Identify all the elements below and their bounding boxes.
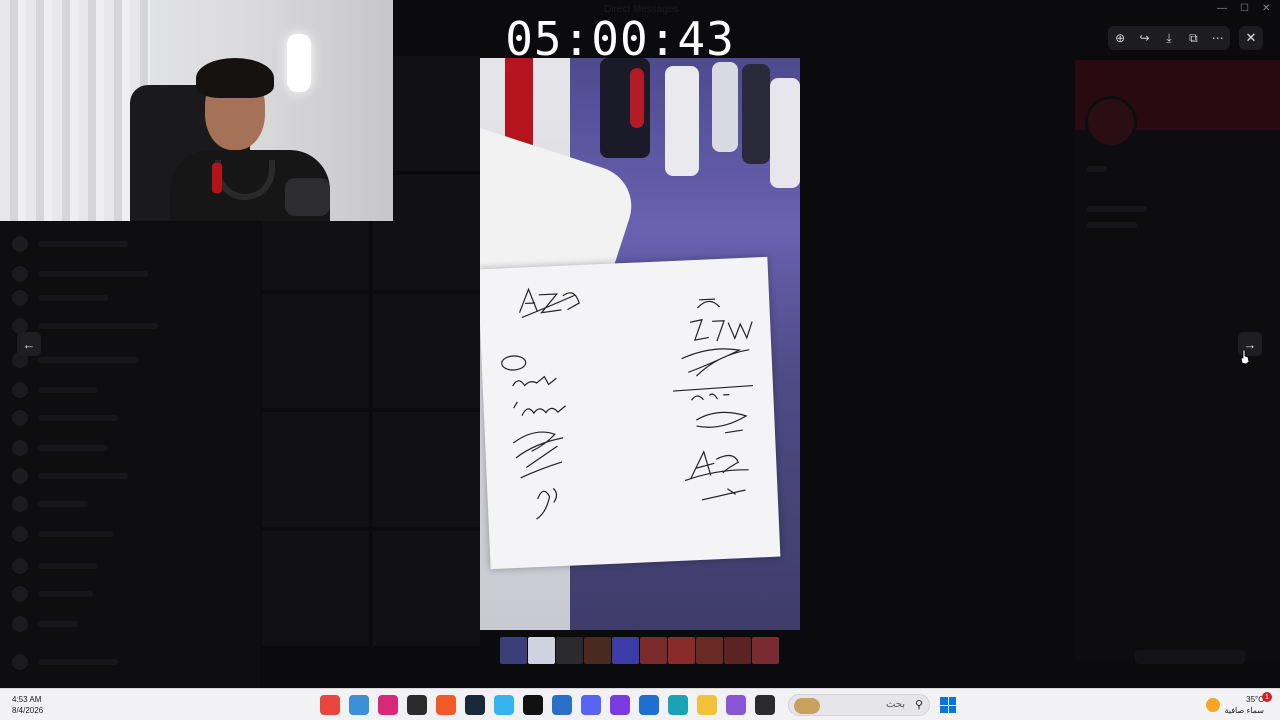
app-blue-icon[interactable] (552, 695, 572, 715)
kick-icon[interactable] (610, 695, 630, 715)
zoom-in-icon[interactable]: ⊕ (1111, 29, 1129, 47)
thumbnail-4[interactable] (612, 637, 639, 664)
weather-sun-icon (1206, 698, 1220, 712)
capcut-icon[interactable] (523, 695, 543, 715)
search-icon: ⚲ (914, 699, 923, 711)
open-external-icon[interactable]: ⧉ (1184, 29, 1202, 47)
thumbnail-5[interactable] (640, 637, 667, 664)
app-installer-icon[interactable] (349, 695, 369, 715)
search-placeholder: بحث (885, 699, 905, 710)
instagram-icon[interactable] (378, 695, 398, 715)
hand-cursor-icon (1240, 349, 1250, 365)
maximize-button[interactable]: ☐ (1240, 3, 1249, 14)
webcam-overlay (0, 0, 393, 221)
thumbnail-9[interactable] (752, 637, 779, 664)
notification-badge: 1 (1262, 692, 1272, 702)
start-button[interactable] (940, 697, 956, 713)
clock-time: 4:53 AM (12, 695, 42, 704)
steam-icon[interactable] (465, 695, 485, 715)
window-close-button[interactable]: ✕ (1262, 3, 1270, 14)
file-explorer-icon[interactable] (697, 695, 717, 715)
thumbnail-3[interactable] (584, 637, 611, 664)
thumbnail-1[interactable] (528, 637, 555, 664)
brave-icon[interactable] (436, 695, 456, 715)
viewer-toolbar: ⊕ ↪ ⤓ ⧉ ⋯ (1108, 26, 1230, 50)
background-sidebar (0, 222, 260, 688)
clock-date: 8/4/2026 (12, 706, 44, 715)
more-icon[interactable]: ⋯ (1209, 29, 1227, 47)
streamlabs-icon[interactable] (494, 695, 514, 715)
store-icon[interactable] (639, 695, 659, 715)
weather-temp: 35°C (1246, 695, 1264, 704)
thumbnail-2[interactable] (556, 637, 583, 664)
weather-widget[interactable]: 35°C سماء صافية (1224, 694, 1264, 716)
stream-timer: 05:00:43 (505, 12, 735, 66)
obs-icon[interactable] (407, 695, 427, 715)
previous-image-button[interactable]: ← (17, 332, 41, 356)
thumbnail-7[interactable] (696, 637, 723, 664)
app-colorful-icon[interactable] (726, 695, 746, 715)
chrome-icon[interactable] (320, 695, 340, 715)
search-highlight-icon (794, 698, 820, 714)
taskbar-apps (320, 695, 775, 715)
thumbnail-6[interactable] (668, 637, 695, 664)
minimize-button[interactable]: — (1217, 3, 1227, 14)
taskbar-search[interactable]: بحث ⚲ (788, 694, 930, 716)
terminal-icon[interactable] (755, 695, 775, 715)
weather-desc: سماء صافية (1224, 706, 1264, 715)
close-viewer-button[interactable]: ✕ (1239, 26, 1263, 50)
signatures (501, 287, 753, 520)
thumbnail-0[interactable] (500, 637, 527, 664)
forward-icon[interactable]: ↪ (1136, 29, 1154, 47)
discord-icon[interactable] (581, 695, 601, 715)
download-icon[interactable]: ⤓ (1160, 29, 1178, 47)
thumbnail-strip (500, 637, 779, 664)
thumbnail-8[interactable] (724, 637, 751, 664)
edge-icon[interactable] (668, 695, 688, 715)
signed-board (480, 256, 781, 570)
viewed-image (480, 58, 800, 630)
windows-taskbar: 4:53 AM 8/4/2026 بحث ⚲ 35°C سماء صافية 1 (0, 688, 1280, 720)
clock[interactable]: 4:53 AM 8/4/2026 (12, 694, 43, 716)
